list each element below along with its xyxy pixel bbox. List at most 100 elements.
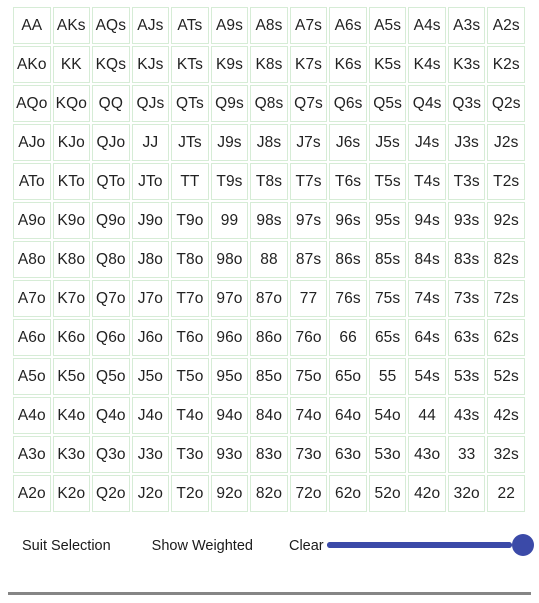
hand-cell[interactable]: T7s [289, 163, 328, 200]
hand-cell[interactable]: J6o [131, 319, 170, 356]
hand-cell[interactable]: 63s [447, 319, 486, 356]
hand-cell[interactable]: 55 [368, 358, 407, 395]
hand-cell[interactable]: AKs [52, 7, 91, 44]
hand-cell[interactable]: A3s [447, 7, 486, 44]
hand-cell[interactable]: 32o [447, 475, 486, 512]
hand-cell[interactable]: A9o [13, 202, 51, 239]
hand-cell[interactable]: 52s [487, 358, 525, 395]
hand-cell[interactable]: 76o [289, 319, 328, 356]
hand-cell[interactable]: J8s [250, 124, 288, 161]
hand-cell[interactable]: A3o [13, 436, 51, 473]
hand-cell[interactable]: 65s [368, 319, 407, 356]
slider-thumb[interactable] [512, 534, 534, 556]
hand-cell[interactable]: T9s [210, 163, 249, 200]
hand-cell[interactable]: A4s [408, 7, 446, 44]
hand-cell[interactable]: T2s [487, 163, 525, 200]
hand-cell[interactable]: 87o [250, 280, 288, 317]
hand-cell[interactable]: 98s [250, 202, 288, 239]
hand-cell[interactable]: T2o [171, 475, 209, 512]
hand-cell[interactable]: Q8s [250, 85, 288, 122]
hand-cell[interactable]: AJo [13, 124, 51, 161]
hand-cell[interactable]: KQs [92, 46, 130, 83]
hand-cell[interactable]: 84o [250, 397, 288, 434]
hand-cell[interactable]: Q3o [92, 436, 130, 473]
hand-cell[interactable]: 52o [368, 475, 407, 512]
hand-cell[interactable]: 63o [329, 436, 367, 473]
hand-cell[interactable]: T8o [171, 241, 209, 278]
hand-cell[interactable]: QQ [92, 85, 130, 122]
show-weighted-button[interactable]: Show Weighted [152, 538, 253, 554]
hand-cell[interactable]: T4s [408, 163, 446, 200]
hand-cell[interactable]: 74s [408, 280, 446, 317]
hand-cell[interactable]: Q2s [487, 85, 525, 122]
hand-cell[interactable]: 92o [210, 475, 249, 512]
hand-cell[interactable]: J6s [329, 124, 367, 161]
hand-cell[interactable]: KK [52, 46, 91, 83]
hand-cell[interactable]: J3s [447, 124, 486, 161]
hand-cell[interactable]: QJs [131, 85, 170, 122]
hand-cell[interactable]: K2o [52, 475, 91, 512]
hand-cell[interactable]: 85o [250, 358, 288, 395]
hand-cell[interactable]: T5o [171, 358, 209, 395]
hand-cell[interactable]: Q7s [289, 85, 328, 122]
hand-cell[interactable]: T6o [171, 319, 209, 356]
hand-cell[interactable]: 94s [408, 202, 446, 239]
hand-cell[interactable]: Q3s [447, 85, 486, 122]
hand-cell[interactable]: 65o [329, 358, 367, 395]
hand-cell[interactable]: 43s [447, 397, 486, 434]
hand-cell[interactable]: T8s [250, 163, 288, 200]
hand-cell[interactable]: Q2o [92, 475, 130, 512]
hand-cell[interactable]: T6s [329, 163, 367, 200]
hand-cell[interactable]: K2s [487, 46, 525, 83]
hand-cell[interactable]: Q9o [92, 202, 130, 239]
suit-selection-button[interactable]: Suit Selection [22, 538, 111, 554]
hand-cell[interactable]: 54o [368, 397, 407, 434]
hand-cell[interactable]: 42s [487, 397, 525, 434]
hand-cell[interactable]: K6s [329, 46, 367, 83]
hand-cell[interactable]: 62o [329, 475, 367, 512]
hand-cell[interactable]: 95s [368, 202, 407, 239]
hand-cell[interactable]: J3o [131, 436, 170, 473]
hand-cell[interactable]: KQo [52, 85, 91, 122]
hand-cell[interactable]: 42o [408, 475, 446, 512]
hand-cell[interactable]: QTs [171, 85, 209, 122]
hand-cell[interactable]: 62s [487, 319, 525, 356]
hand-cell[interactable]: QTo [92, 163, 130, 200]
clear-button[interactable]: Clear [289, 538, 324, 554]
hand-cell[interactable]: QJo [92, 124, 130, 161]
hand-cell[interactable]: JTo [131, 163, 170, 200]
hand-cell[interactable]: K3s [447, 46, 486, 83]
hand-cell[interactable]: AQo [13, 85, 51, 122]
hand-cell[interactable]: K8o [52, 241, 91, 278]
hand-cell[interactable]: Q4s [408, 85, 446, 122]
hand-cell[interactable]: Q4o [92, 397, 130, 434]
hand-cell[interactable]: 86o [250, 319, 288, 356]
hand-cell[interactable]: 93o [210, 436, 249, 473]
hand-cell[interactable]: T7o [171, 280, 209, 317]
hand-cell[interactable]: KTs [171, 46, 209, 83]
hand-cell[interactable]: 44 [408, 397, 446, 434]
hand-cell[interactable]: A8s [250, 7, 288, 44]
hand-cell[interactable]: ATs [171, 7, 209, 44]
hand-cell[interactable]: 33 [447, 436, 486, 473]
hand-cell[interactable]: 64o [329, 397, 367, 434]
hand-cell[interactable]: 96o [210, 319, 249, 356]
hand-cell[interactable]: JJ [131, 124, 170, 161]
hand-cell[interactable]: ATo [13, 163, 51, 200]
hand-cell[interactable]: Q5o [92, 358, 130, 395]
hand-cell[interactable]: 99 [210, 202, 249, 239]
hand-cell[interactable]: A7s [289, 7, 328, 44]
hand-cell[interactable]: 83s [447, 241, 486, 278]
hand-cell[interactable]: 87s [289, 241, 328, 278]
hand-cell[interactable]: Q8o [92, 241, 130, 278]
hand-cell[interactable]: AQs [92, 7, 130, 44]
hand-cell[interactable]: J5s [368, 124, 407, 161]
hand-cell[interactable]: JTs [171, 124, 209, 161]
hand-cell[interactable]: A9s [210, 7, 249, 44]
hand-cell[interactable]: 83o [250, 436, 288, 473]
hand-cell[interactable]: J5o [131, 358, 170, 395]
hand-cell[interactable]: 66 [329, 319, 367, 356]
hand-cell[interactable]: A2s [487, 7, 525, 44]
hand-cell[interactable]: K7s [289, 46, 328, 83]
hand-cell[interactable]: J9s [210, 124, 249, 161]
